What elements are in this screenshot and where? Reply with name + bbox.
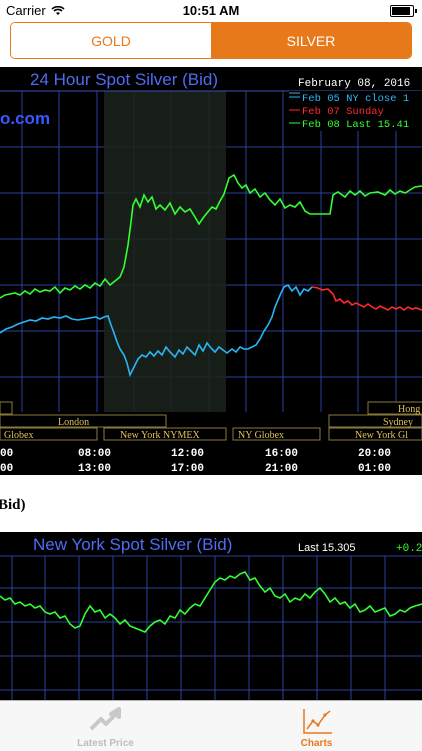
chart1-watermark: o.com [0, 109, 50, 128]
time-label: 00 [0, 448, 13, 460]
session-label-globex: Globex [4, 430, 33, 441]
time-label: 08:00 [78, 448, 111, 460]
time-label: 01:00 [358, 463, 391, 475]
time-axis: 00 08:00 12:00 16:00 20:00 00 13:00 17:0… [0, 448, 391, 475]
session-label-new-york-gl: New York Gl [355, 430, 408, 441]
time-label: 13:00 [78, 463, 111, 475]
time-label: 00 [0, 463, 13, 475]
status-time: 10:51 AM [182, 3, 240, 18]
battery-icon [390, 5, 417, 17]
time-label: 16:00 [265, 448, 298, 460]
chart-24-hour-spot-silver: 24 Hour Spot Silver (Bid) o.com February… [0, 67, 422, 475]
chart1-date: February 08, 2016 [298, 78, 410, 90]
time-label: 12:00 [171, 448, 204, 460]
tab-charts-label: Charts [300, 738, 333, 749]
time-label: 21:00 [265, 463, 298, 475]
chart2-last: Last 15.305 [298, 542, 356, 554]
trend-arrow-icon [89, 707, 121, 731]
time-label: 20:00 [358, 448, 391, 460]
legend-item-last: Feb 08 Last 15.41 [302, 119, 409, 131]
session-label-sydney: Sydney [383, 417, 413, 428]
gold-segment[interactable]: GOLD [11, 23, 211, 58]
metal-segmented-control[interactable]: GOLD SILVER [10, 22, 412, 59]
session-label-hong: Hong [398, 404, 420, 415]
tab-latest-price[interactable]: Latest Price [0, 701, 211, 751]
status-bar: Carrier 10:51 AM [0, 0, 422, 22]
legend-item-sunday: Feb 07 Sunday [302, 106, 384, 118]
legend-item-ny-close: Feb 05 NY close 1 [302, 93, 409, 105]
chart2-change: +0.2 [396, 543, 422, 555]
session-label-nymex: New York NYMEX [120, 430, 201, 441]
tab-charts[interactable]: Charts [211, 701, 422, 751]
chart-caption: Bid) [0, 497, 26, 513]
series-feb07-red [311, 286, 422, 311]
silver-segment[interactable]: SILVER [211, 23, 411, 58]
chart-new-york-spot-silver: New York Spot Silver (Bid) Last 15.305 +… [0, 532, 422, 704]
tab-bar: Latest Price Charts [0, 700, 422, 751]
tab-latest-price-label: Latest Price [77, 738, 134, 749]
series-ny-spot-green [0, 571, 422, 633]
session-label-ny-globex: NY Globex [238, 430, 284, 441]
session-highlight [104, 91, 226, 412]
line-chart-icon [302, 709, 332, 734]
time-label: 17:00 [171, 463, 204, 475]
chart2-title: New York Spot Silver (Bid) [33, 535, 232, 554]
chart1-title: 24 Hour Spot Silver (Bid) [30, 70, 218, 89]
session-label-london: London [58, 417, 89, 428]
